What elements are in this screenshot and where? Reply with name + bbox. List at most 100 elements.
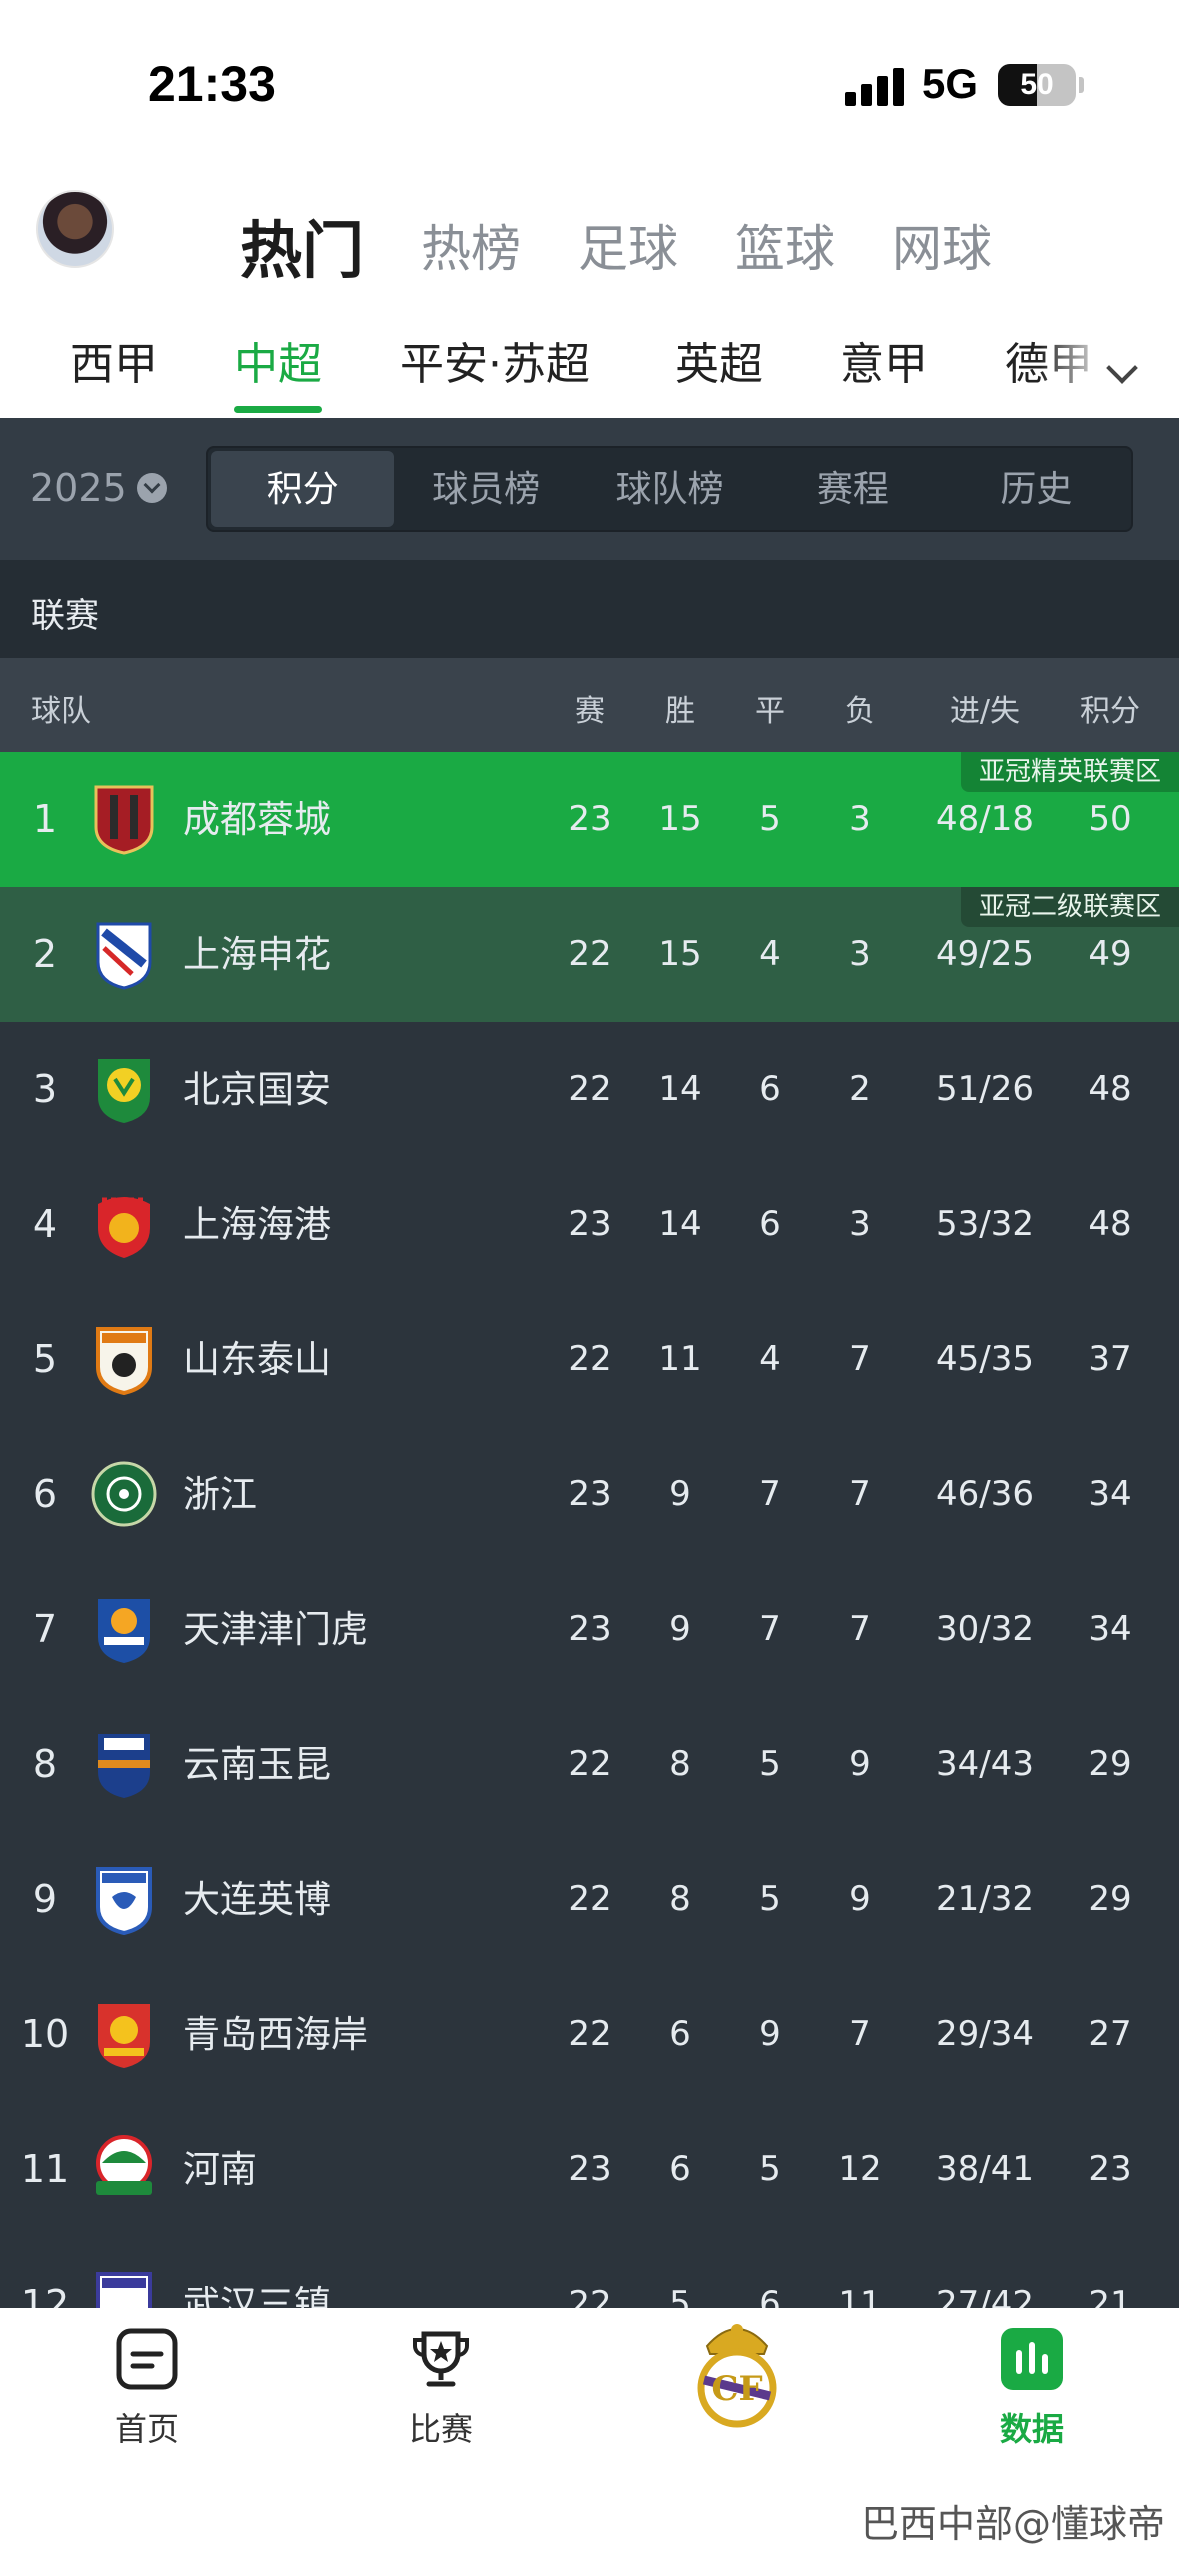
row-drawn: 4 — [759, 934, 781, 974]
row-won: 6 — [669, 2149, 691, 2189]
svg-text:CF: CF — [711, 2369, 762, 2409]
row-rank: 4 — [32, 1202, 58, 1246]
main-tabs: 热门 热榜 足球 篮球 网球 — [240, 200, 1049, 290]
row-rank: 7 — [32, 1607, 58, 1651]
signal-icon — [845, 66, 905, 106]
seg-schedule[interactable]: 赛程 — [761, 451, 944, 527]
nav-matches[interactable]: 比赛 — [351, 2328, 531, 2450]
row-won: 15 — [658, 799, 702, 839]
table-row[interactable]: 10 青岛西海岸 22 6 9 7 29/34 27 — [0, 1967, 1179, 2102]
row-team-name: 上海申花 — [183, 933, 331, 976]
row-points: 34 — [1088, 1474, 1132, 1514]
league-tab-seriea[interactable]: 意甲 — [840, 328, 928, 392]
header-points: 积分 — [1080, 694, 1140, 729]
seg-team-rank[interactable]: 球队榜 — [578, 451, 761, 527]
league-tab-epl[interactable]: 英超 — [675, 328, 763, 392]
table-row[interactable]: 8 云南玉昆 22 8 5 9 34/43 29 — [0, 1697, 1179, 1832]
row-rank: 11 — [20, 2147, 70, 2191]
row-won: 15 — [658, 934, 702, 974]
standings-panel: 2025 积分 球员榜 球队榜 赛程 历史 联赛 球队 赛 胜 平 负 进/失 … — [0, 418, 1179, 2308]
row-drawn: 5 — [759, 2149, 781, 2189]
nav-home-label: 首页 — [114, 2410, 179, 2448]
team-logo-icon — [90, 918, 158, 990]
table-row[interactable]: 4 上海海港 23 14 6 3 53/32 48 — [0, 1157, 1179, 1292]
row-points: 49 — [1088, 934, 1132, 974]
table-row[interactable]: 9 大连英博 22 8 5 9 21/32 29 — [0, 1832, 1179, 1967]
nav-club[interactable]: CF — [647, 2318, 827, 2428]
row-team-name: 上海海港 — [183, 1203, 331, 1246]
season-label: 2025 — [30, 466, 127, 510]
tab-basketball[interactable]: 篮球 — [735, 209, 835, 281]
league-tab-laliga[interactable]: 西甲 — [70, 328, 158, 392]
row-lost: 7 — [849, 1474, 871, 1514]
row-rank: 9 — [32, 1877, 58, 1921]
row-lost: 3 — [849, 1204, 871, 1244]
row-played: 22 — [568, 1879, 612, 1919]
row-points: 37 — [1088, 1339, 1132, 1379]
table-row[interactable]: 11 河南 23 6 5 12 38/41 23 — [0, 2102, 1179, 2237]
row-goals: 27/42 — [936, 2284, 1034, 2308]
table-row[interactable]: 7 天津津门虎 23 9 7 7 30/32 34 — [0, 1562, 1179, 1697]
club-crest-icon: CF — [692, 2318, 782, 2428]
nav-data-label: 数据 — [999, 2410, 1064, 2448]
table-row[interactable]: 亚冠二级联赛区 2 上海申花 22 15 4 3 49/25 49 — [0, 887, 1179, 1022]
row-team-name: 山东泰山 — [183, 1338, 331, 1381]
row-won: 8 — [669, 1744, 691, 1784]
tab-hot-list[interactable]: 热榜 — [421, 209, 521, 281]
header-won: 胜 — [665, 694, 695, 729]
row-points: 34 — [1088, 1609, 1132, 1649]
league-tab-csl[interactable]: 中超 — [234, 328, 322, 392]
tab-hot[interactable]: 热门 — [240, 200, 364, 290]
team-logo-icon — [90, 1323, 158, 1396]
team-logo-icon — [90, 783, 158, 855]
row-points: 23 — [1088, 2149, 1132, 2189]
row-rank: 12 — [20, 2282, 70, 2308]
standings-toolbar: 2025 积分 球员榜 球队榜 赛程 历史 — [0, 418, 1179, 560]
row-played: 22 — [568, 1069, 612, 1109]
nav-home[interactable]: 首页 — [57, 2328, 237, 2450]
table-row[interactable]: 12 武汉三镇 22 5 6 11 27/42 21 — [0, 2237, 1179, 2308]
row-lost: 9 — [849, 1879, 871, 1919]
nav-data[interactable]: 数据 — [942, 2328, 1122, 2450]
seg-history[interactable]: 历史 — [945, 451, 1128, 527]
row-drawn: 6 — [759, 2284, 781, 2308]
row-rank: 3 — [32, 1067, 58, 1111]
table-row[interactable]: 3 北京国安 22 14 6 2 51/26 48 — [0, 1022, 1179, 1157]
active-tab-indicator — [234, 406, 322, 413]
row-lost: 2 — [849, 1069, 871, 1109]
seg-standings[interactable]: 积分 — [211, 451, 395, 527]
table-row[interactable]: 亚冠精英联赛区 1 成都蓉城 23 15 5 3 48/18 50 — [0, 752, 1179, 887]
row-rank: 2 — [32, 932, 58, 976]
seg-player-rank[interactable]: 球员榜 — [394, 451, 577, 527]
row-drawn: 9 — [759, 2014, 781, 2054]
row-rank: 6 — [32, 1472, 58, 1516]
row-team-name: 天津津门虎 — [183, 1608, 368, 1651]
row-played: 23 — [568, 799, 612, 839]
header-goals: 进/失 — [949, 694, 1021, 729]
team-logo-icon — [90, 1053, 158, 1125]
watermark-credit: 巴西中部@懂球帝 — [860, 2502, 1165, 2546]
header-played: 赛 — [575, 694, 605, 729]
row-lost: 3 — [849, 799, 871, 839]
battery-tip — [1079, 77, 1084, 93]
chevron-down-icon — [136, 473, 167, 503]
row-points: 48 — [1088, 1204, 1132, 1244]
row-won: 11 — [658, 1339, 702, 1379]
tab-tennis[interactable]: 网球 — [892, 209, 992, 281]
table-header: 球队 赛 胜 平 负 进/失 积分 — [0, 658, 1179, 752]
row-rank: 5 — [32, 1337, 58, 1381]
table-row[interactable]: 6 浙江 23 9 7 7 46/36 34 — [0, 1427, 1179, 1562]
network-type: 5G — [922, 60, 979, 107]
row-team-name: 北京国安 — [183, 1068, 331, 1111]
tab-football[interactable]: 足球 — [578, 209, 678, 281]
trophy-icon — [410, 2328, 472, 2390]
row-played: 22 — [568, 1339, 612, 1379]
table-row[interactable]: 5 山东泰山 22 11 4 7 45/35 37 — [0, 1292, 1179, 1427]
avatar[interactable] — [36, 190, 114, 268]
row-lost: 3 — [849, 934, 871, 974]
row-goals: 29/34 — [936, 2014, 1034, 2054]
season-selector[interactable]: 2025 — [30, 466, 167, 510]
standings-rows: 亚冠精英联赛区 1 成都蓉城 23 15 5 3 48/18 50 亚冠二级联赛区 2 上海申花 22 1… — [0, 752, 1179, 2308]
league-tab-suchao[interactable]: 平安·苏超 — [400, 328, 590, 392]
team-logo-icon — [90, 1863, 158, 1936]
